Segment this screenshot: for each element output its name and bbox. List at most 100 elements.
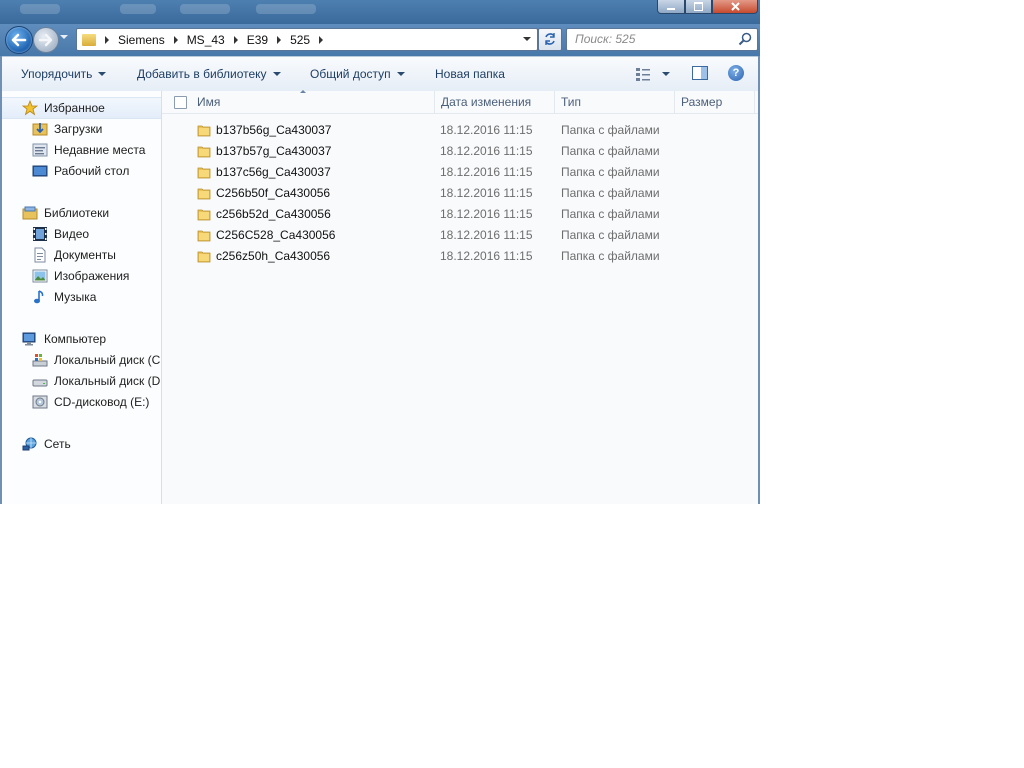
- chevron-right-icon[interactable]: [319, 35, 324, 44]
- recent-places-icon: [32, 143, 48, 157]
- breadcrumb: Siemens MS_43 E39 525: [77, 29, 332, 50]
- sidebar-item-desktop[interactable]: Рабочий стол: [2, 161, 161, 181]
- forward-arrow-icon: [38, 33, 53, 47]
- column-header-name[interactable]: Имя: [191, 91, 435, 113]
- column-header-label: Имя: [197, 95, 221, 109]
- file-date: 18.12.2016 11:15: [440, 123, 533, 137]
- sidebar-item-downloads[interactable]: Загрузки: [2, 119, 161, 139]
- cd-drive-icon: [32, 395, 48, 409]
- file-name: C256C528_Ca430056: [216, 228, 336, 242]
- sidebar-item-recent-places[interactable]: Недавние места: [2, 140, 161, 160]
- table-row[interactable]: C256C528_Ca430056 18.12.2016 11:15 Папка…: [162, 225, 758, 246]
- sidebar-item-network[interactable]: Сеть: [2, 434, 161, 454]
- close-button[interactable]: [712, 0, 758, 14]
- file-type: Папка с файлами: [561, 228, 660, 242]
- sidebar-item-cd-drive[interactable]: CD-дисковод (E:): [2, 392, 161, 412]
- forward-button[interactable]: [33, 27, 59, 53]
- new-folder-button[interactable]: Новая папка: [435, 67, 505, 81]
- search-box[interactable]: [566, 28, 758, 51]
- sidebar-item-computer[interactable]: Компьютер: [2, 329, 161, 349]
- file-date: 18.12.2016 11:15: [440, 186, 533, 200]
- sidebar-item-label: CD-дисковод (E:): [54, 395, 150, 409]
- column-header-row: Имя Дата изменения Тип Размер: [162, 90, 758, 114]
- select-all-checkbox[interactable]: [174, 96, 187, 109]
- breadcrumb-item[interactable]: Siemens: [118, 33, 165, 47]
- documents-icon: [34, 247, 46, 263]
- explorer-window: Siemens MS_43 E39 525 Упорядочить Добави…: [0, 0, 760, 504]
- column-header-date[interactable]: Дата изменения: [435, 91, 555, 113]
- sidebar-item-label: Библиотеки: [44, 206, 110, 220]
- search-icon[interactable]: [738, 32, 752, 46]
- share-button[interactable]: Общий доступ: [310, 67, 405, 81]
- star-icon: [22, 100, 38, 116]
- sidebar-item-label: Видео: [54, 227, 90, 241]
- maximize-button[interactable]: [685, 0, 712, 14]
- address-history-dropdown[interactable]: [523, 37, 531, 41]
- help-button[interactable]: ?: [728, 65, 744, 81]
- file-name: C256b50f_Ca430056: [216, 186, 331, 200]
- breadcrumb-item[interactable]: E39: [247, 33, 268, 47]
- share-label: Общий доступ: [310, 67, 391, 81]
- sidebar-item-drive-d[interactable]: Локальный диск (D: [2, 371, 161, 391]
- sidebar-item-label: Сеть: [44, 437, 71, 451]
- navigation-pane: Избранное Загрузки Недавние места Рабочи…: [2, 91, 162, 504]
- sidebar-item-documents[interactable]: Документы: [2, 245, 161, 265]
- back-button[interactable]: [5, 26, 33, 54]
- new-folder-label: Новая папка: [435, 67, 505, 81]
- video-icon: [33, 227, 47, 241]
- file-date: 18.12.2016 11:15: [440, 165, 533, 179]
- column-header-label: Тип: [561, 95, 582, 109]
- table-row[interactable]: b137c56g_Ca430037 18.12.2016 11:15 Папка…: [162, 162, 758, 183]
- search-input[interactable]: [567, 29, 735, 48]
- breadcrumb-item[interactable]: MS_43: [187, 33, 225, 47]
- folder-icon: [82, 33, 96, 46]
- chevron-right-icon[interactable]: [233, 35, 238, 44]
- window-border: [758, 56, 760, 504]
- add-to-library-button[interactable]: Добавить в библиотеку: [137, 67, 281, 81]
- table-row[interactable]: b137b57g_Ca430037 18.12.2016 11:15 Папка…: [162, 141, 758, 162]
- recent-pages-dropdown[interactable]: [60, 35, 68, 39]
- preview-pane-button[interactable]: [692, 65, 708, 81]
- sidebar-item-favorites[interactable]: Избранное: [2, 97, 161, 119]
- sidebar-item-video[interactable]: Видео: [2, 224, 161, 244]
- minimize-button[interactable]: [657, 0, 685, 14]
- address-bar[interactable]: Siemens MS_43 E39 525: [76, 28, 538, 51]
- file-type: Папка с файлами: [561, 144, 660, 158]
- table-row[interactable]: c256b52d_Ca430056 18.12.2016 11:15 Папка…: [162, 204, 758, 225]
- chevron-right-icon[interactable]: [277, 35, 282, 44]
- sidebar-item-pictures[interactable]: Изображения: [2, 266, 161, 286]
- chevron-down-icon: [98, 72, 107, 76]
- chevron-right-icon[interactable]: [105, 35, 109, 44]
- table-row[interactable]: b137b56g_Ca430037 18.12.2016 11:15 Папка…: [162, 120, 758, 141]
- chevron-right-icon[interactable]: [173, 35, 178, 44]
- add-to-library-label: Добавить в библиотеку: [137, 67, 267, 81]
- refresh-icon: [545, 33, 555, 45]
- chevron-down-icon: [396, 72, 405, 76]
- refresh-button[interactable]: [538, 28, 562, 51]
- title-bar-blur: [20, 4, 60, 14]
- drive-d-icon: [32, 379, 48, 387]
- sidebar-item-label: Музыка: [54, 290, 97, 304]
- change-view-button[interactable]: [636, 65, 676, 83]
- drive-c-icon: [32, 354, 48, 367]
- close-icon: [730, 2, 740, 11]
- table-row[interactable]: c256z50h_Ca430056 18.12.2016 11:15 Папка…: [162, 246, 758, 267]
- folder-icon: [197, 209, 211, 221]
- column-header-size[interactable]: Размер: [675, 91, 755, 113]
- sidebar-item-libraries[interactable]: Библиотеки: [2, 203, 161, 223]
- organize-label: Упорядочить: [21, 67, 93, 81]
- table-row[interactable]: C256b50f_Ca430056 18.12.2016 11:15 Папка…: [162, 183, 758, 204]
- folder-icon: [197, 251, 211, 263]
- title-bar[interactable]: [0, 0, 760, 24]
- column-header-label: Дата изменения: [441, 95, 532, 109]
- sidebar-item-music[interactable]: Музыка: [2, 287, 161, 307]
- column-header-type[interactable]: Тип: [555, 91, 675, 113]
- sidebar-item-label: Избранное: [44, 101, 105, 115]
- back-arrow-icon: [11, 33, 27, 47]
- file-type: Папка с файлами: [561, 123, 660, 137]
- folder-icon: [197, 146, 211, 158]
- file-type: Папка с файлами: [561, 249, 660, 263]
- organize-button[interactable]: Упорядочить: [21, 67, 107, 81]
- breadcrumb-item[interactable]: 525: [290, 33, 310, 47]
- sidebar-item-drive-c[interactable]: Локальный диск (C: [2, 350, 161, 370]
